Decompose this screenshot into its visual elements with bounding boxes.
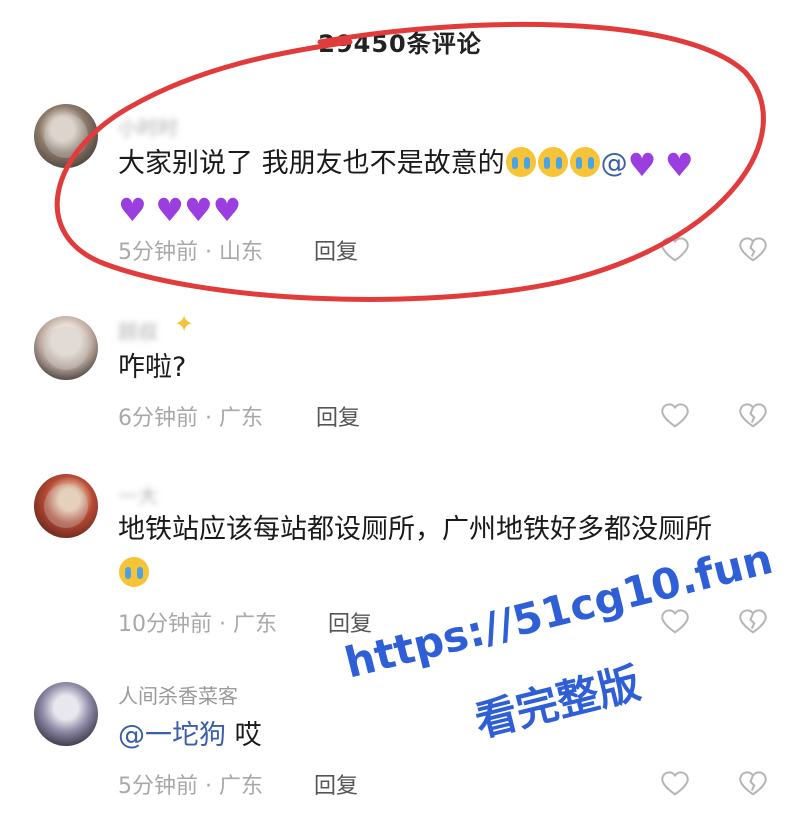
crying-emoji-icon [119, 557, 149, 587]
comment-text: 地铁站应该每站都设厕所，广州地铁好多都没厕所 [118, 508, 768, 596]
crying-emoji-icon [569, 147, 600, 177]
comment-body: 大家别说了 我朋友也不是故意的 [118, 148, 505, 179]
username[interactable]: 小时时 [118, 112, 178, 141]
reply-button[interactable]: 回复 [316, 400, 360, 432]
comment-time: 6分钟前 [118, 406, 198, 431]
meta-separator: · [198, 774, 219, 799]
comment-location: 广东 [218, 774, 263, 799]
avatar[interactable] [34, 316, 98, 380]
heart-outline-icon[interactable] [660, 400, 690, 430]
purple-heart-icon: ♥ [212, 191, 242, 229]
meta-separator: · [198, 240, 219, 265]
comment-count-title: 29450条评论 [318, 30, 482, 58]
comment-location: 广东 [232, 612, 277, 637]
purple-heart-icon: ♥ [627, 146, 657, 184]
avatar[interactable] [34, 682, 98, 746]
purple-heart-icon: ♥ [118, 191, 147, 229]
crying-emoji-icon [505, 147, 536, 177]
purple-heart-icon: ♥ [155, 191, 184, 229]
comment-body: 地铁站应该每站都设厕所，广州地铁好多都没厕所 [118, 514, 712, 545]
comment-meta: 5分钟前 · 广东 [118, 768, 263, 800]
username[interactable]: 一大 [118, 480, 158, 509]
username: 顾叔 [118, 316, 158, 345]
reply-button[interactable]: 回复 [314, 234, 358, 266]
reply-button[interactable]: 回复 [328, 606, 372, 638]
comments-screen: 29450条评论 小时时 大家别说了 我朋友也不是故意的 @♥ ♥ ♥ ♥♥♥ 5… [0, 0, 800, 822]
comment-time: 5分钟前 [118, 240, 198, 265]
comment-text: 咋啦? [118, 352, 187, 383]
sparkle-star-icon: ✦ [174, 310, 195, 338]
mention[interactable]: @ [601, 148, 628, 179]
comment-meta: 10分钟前 · 广东 [118, 606, 277, 638]
comment-time: 5分钟前 [118, 774, 198, 799]
username-text[interactable]: 顾叔 [118, 320, 158, 344]
comment-text: 大家别说了 我朋友也不是故意的 @♥ ♥ ♥ ♥♥♥ [118, 142, 768, 232]
avatar[interactable] [34, 104, 98, 168]
comment-location: 广东 [218, 406, 263, 431]
comment-text: @一坨狗 哎 [118, 714, 768, 758]
broken-heart-icon[interactable] [738, 768, 768, 798]
meta-separator: · [212, 612, 233, 637]
crying-emoji-icon [537, 147, 568, 177]
purple-heart-icon: ♥ [664, 146, 694, 184]
broken-heart-icon[interactable] [738, 606, 768, 636]
heart-outline-icon[interactable] [660, 234, 690, 264]
username[interactable]: 人间杀香菜客 [118, 680, 238, 709]
comment-time: 10分钟前 [118, 612, 212, 637]
broken-heart-icon[interactable] [738, 234, 768, 264]
avatar[interactable] [34, 474, 98, 538]
heart-outline-icon[interactable] [660, 768, 690, 798]
comment-location: 山东 [218, 240, 263, 265]
broken-heart-icon[interactable] [738, 400, 768, 430]
meta-separator: · [198, 406, 219, 431]
mention[interactable]: @一坨狗 [118, 720, 226, 751]
reply-button[interactable]: 回复 [314, 768, 358, 800]
purple-heart-icon: ♥ [183, 191, 213, 229]
heart-outline-icon[interactable] [660, 606, 690, 636]
comment-body: 哎 [226, 720, 262, 751]
comment-meta: 6分钟前 · 广东 [118, 400, 263, 432]
comment-meta: 5分钟前 · 山东 [118, 234, 263, 266]
